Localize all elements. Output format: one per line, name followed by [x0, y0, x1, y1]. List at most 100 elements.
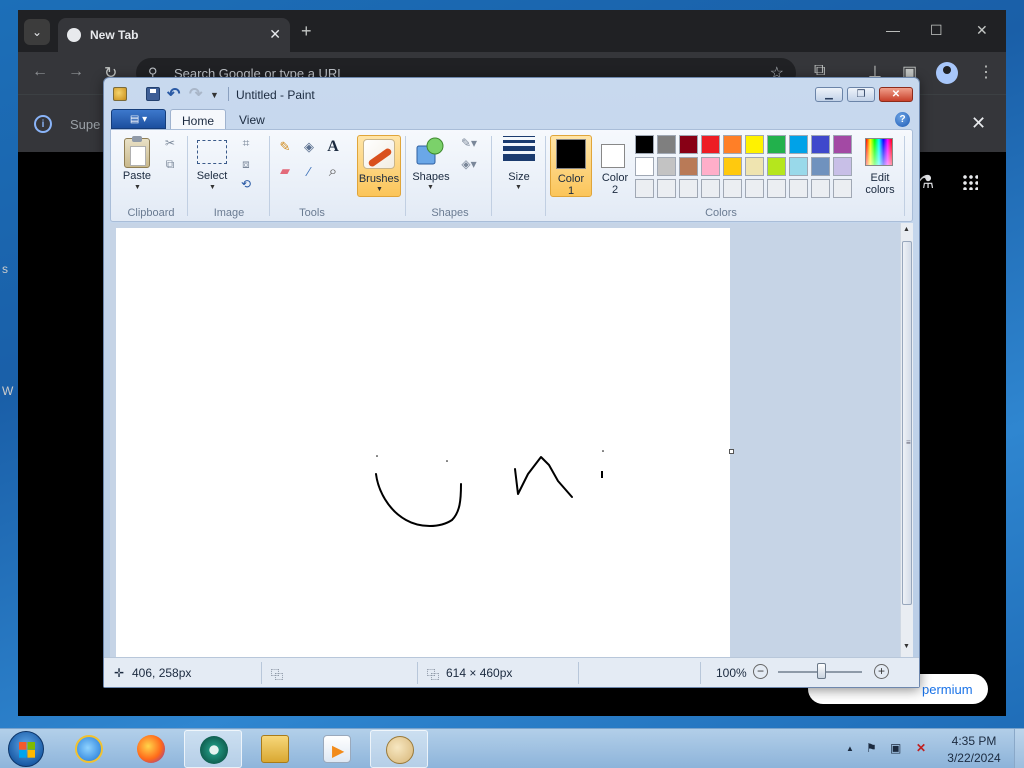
forward-button[interactable]: →	[68, 63, 84, 81]
tab-search-button[interactable]: ⌄	[24, 19, 50, 45]
taskbar-ie[interactable]	[60, 730, 118, 768]
select-button[interactable]: Select ▼	[191, 134, 233, 196]
tab-new-tab[interactable]: New Tab ✕	[58, 18, 290, 52]
palette-swatch[interactable]	[657, 157, 676, 176]
palette-swatch[interactable]	[811, 135, 830, 154]
taskbar-paint[interactable]	[370, 730, 428, 768]
zoom-out-button[interactable]: −	[753, 664, 768, 679]
close-window-button[interactable]: ✕	[976, 22, 988, 39]
info-bar-close-icon[interactable]: ✕	[971, 113, 986, 134]
paint-restore-button[interactable]: ❐	[847, 87, 875, 102]
tray-overflow-icon[interactable]: ▲	[846, 744, 854, 753]
taskbar-explorer[interactable]	[246, 730, 304, 768]
color-picker-icon[interactable]: ⁄	[299, 161, 319, 181]
tab-home[interactable]: Home	[170, 109, 227, 130]
palette-swatch[interactable]	[745, 135, 764, 154]
taskbar-media-player[interactable]: ▶	[308, 730, 366, 768]
zoom-slider-thumb[interactable]	[817, 663, 826, 679]
palette-swatch[interactable]	[811, 179, 830, 198]
palette-swatch[interactable]	[701, 157, 720, 176]
eraser-icon[interactable]: ▰	[275, 161, 295, 181]
paint-minimize-button[interactable]: ▁	[815, 87, 843, 102]
drawing-canvas[interactable]	[116, 228, 730, 657]
labs-flask-icon[interactable]: ⚗	[918, 172, 934, 193]
help-icon[interactable]: ?	[895, 112, 910, 127]
taskbar-clock[interactable]: 4:35 PM 3/22/2024	[944, 733, 1004, 767]
palette-swatch[interactable]	[635, 157, 654, 176]
palette-swatch[interactable]	[701, 135, 720, 154]
palette-swatch[interactable]	[679, 157, 698, 176]
palette-swatch[interactable]	[679, 179, 698, 198]
palette-swatch[interactable]	[745, 157, 764, 176]
save-icon[interactable]	[146, 87, 160, 101]
palette-swatch[interactable]	[811, 157, 830, 176]
color2-button[interactable]: Color 2	[595, 135, 635, 197]
palette-swatch[interactable]	[635, 135, 654, 154]
customize-qat-icon[interactable]: ▼	[210, 90, 224, 104]
paint-file-menu-button[interactable]: ▤ ▾	[111, 109, 166, 129]
cut-icon[interactable]: ✂	[163, 136, 177, 150]
palette-swatch[interactable]	[657, 135, 676, 154]
text-tool-icon[interactable]: A	[323, 137, 343, 157]
palette-swatch[interactable]	[789, 179, 808, 198]
scroll-up-icon[interactable]: ▲	[903, 226, 910, 233]
palette-swatch[interactable]	[723, 179, 742, 198]
redo-icon[interactable]: ↷	[189, 84, 203, 103]
magnifier-icon[interactable]: ⌕	[323, 161, 343, 181]
palette-swatch[interactable]	[723, 157, 742, 176]
action-center-flag-icon[interactable]: ⚑	[866, 741, 877, 755]
edit-colors-button[interactable]: Edit colors	[861, 135, 899, 197]
taskbar-chrome[interactable]	[184, 730, 242, 768]
volume-muted-icon[interactable]: ✕	[916, 741, 926, 755]
canvas-resize-handle-right[interactable]	[729, 449, 734, 454]
paint-app-icon[interactable]	[113, 87, 127, 101]
copy-icon[interactable]: ⧉	[163, 157, 177, 171]
maximize-button[interactable]: ☐	[930, 22, 943, 39]
palette-swatch[interactable]	[657, 179, 676, 198]
crop-icon[interactable]: ⌗	[239, 136, 253, 150]
brushes-button[interactable]: Brushes ▼	[357, 135, 401, 197]
palette-swatch[interactable]	[789, 157, 808, 176]
size-button[interactable]: Size ▼	[497, 134, 541, 196]
scrollbar-thumb[interactable]: ≡	[902, 241, 912, 605]
minimize-button[interactable]: —	[886, 22, 900, 38]
show-desktop-button[interactable]	[1014, 729, 1024, 768]
paste-button[interactable]: Paste ▼	[117, 134, 157, 196]
palette-swatch[interactable]	[745, 179, 764, 198]
palette-swatch[interactable]	[833, 135, 852, 154]
rotate-icon[interactable]: ⟲	[239, 177, 253, 191]
shape-fill-icon[interactable]: ◈▾	[457, 157, 481, 171]
palette-swatch[interactable]	[833, 157, 852, 176]
size-label: Size	[508, 171, 530, 183]
palette-swatch[interactable]	[767, 135, 786, 154]
paint-close-button[interactable]: ✕	[879, 87, 913, 102]
palette-swatch[interactable]	[701, 179, 720, 198]
tab-close-icon[interactable]: ✕	[269, 26, 281, 43]
outline-icon[interactable]: ✎▾	[457, 136, 481, 150]
palette-swatch[interactable]	[767, 157, 786, 176]
color1-button[interactable]: Color 1	[550, 135, 592, 197]
palette-swatch[interactable]	[833, 179, 852, 198]
network-icon[interactable]: ▣	[890, 741, 901, 755]
palette-swatch[interactable]	[723, 135, 742, 154]
start-button[interactable]	[8, 731, 44, 767]
palette-swatch[interactable]	[789, 135, 808, 154]
pencil-icon[interactable]: ✎	[275, 137, 295, 157]
kebab-menu-icon[interactable]: ⋮	[978, 62, 994, 82]
palette-swatch[interactable]	[767, 179, 786, 198]
profile-avatar-icon[interactable]	[936, 62, 958, 84]
resize-icon[interactable]: ⧈	[239, 157, 253, 171]
apps-grid-icon[interactable]	[962, 174, 978, 190]
new-tab-button[interactable]: +	[301, 21, 312, 42]
scroll-down-icon[interactable]: ▼	[903, 643, 910, 650]
taskbar-firefox[interactable]	[122, 730, 180, 768]
vertical-scrollbar[interactable]: ▲ ≡ ▼	[900, 223, 913, 657]
zoom-in-button[interactable]: +	[874, 664, 889, 679]
tab-view[interactable]: View	[228, 109, 276, 130]
shapes-button[interactable]: Shapes ▼	[409, 134, 453, 196]
palette-swatch[interactable]	[635, 179, 654, 198]
fill-bucket-icon[interactable]: ◈	[299, 137, 319, 157]
undo-icon[interactable]: ↶	[167, 84, 181, 103]
palette-swatch[interactable]	[679, 135, 698, 154]
back-button[interactable]: ←	[32, 63, 48, 81]
